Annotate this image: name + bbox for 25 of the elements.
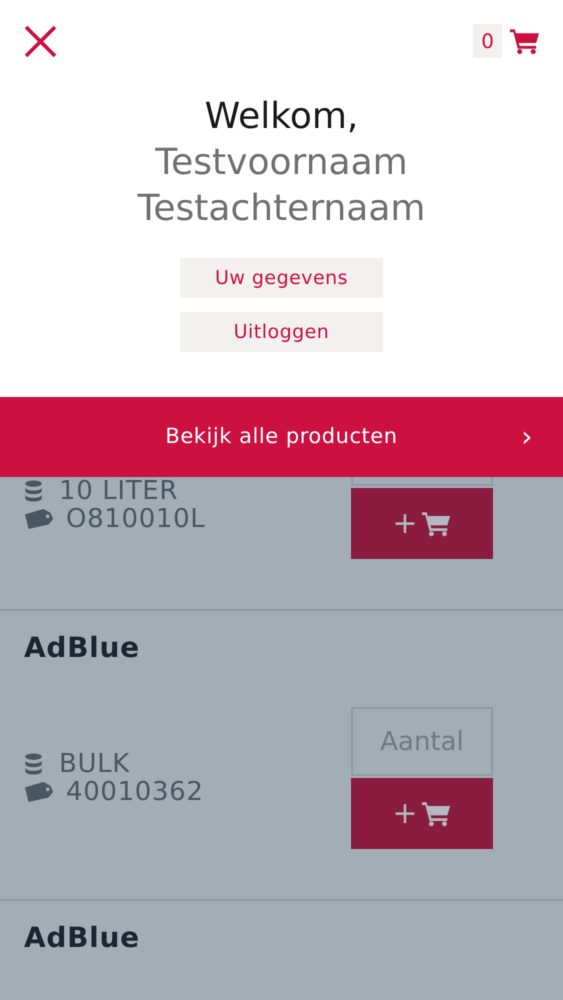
product-code: O810010L: [66, 505, 206, 533]
account-button[interactable]: Uw gegevens: [180, 258, 383, 298]
unit-label: 10 LITER: [59, 477, 178, 505]
close-icon[interactable]: [24, 24, 57, 58]
last-name: Testachternaam: [138, 187, 426, 231]
product-name: AdBlue: [24, 921, 141, 955]
chevron-icon: ›: [521, 423, 533, 451]
cart-icon: [510, 27, 541, 55]
product-code: 40010362: [66, 778, 204, 806]
database-icon: [24, 480, 43, 502]
database-icon: [24, 753, 43, 775]
tag-icon: [24, 782, 55, 802]
add-to-cart-button[interactable]: +: [351, 778, 493, 849]
cart-icon: [422, 510, 452, 537]
cart-count: 0: [473, 24, 502, 58]
quantity-field[interactable]: [351, 477, 493, 486]
product-name: AdBlue: [24, 631, 141, 665]
first-name: Testvoornaam: [155, 141, 408, 185]
tag-icon: [24, 509, 55, 529]
unit-label: BULK: [59, 750, 130, 778]
all-products-banner[interactable]: Bekijk alle producten ›: [0, 397, 563, 477]
add-to-cart-button[interactable]: +: [351, 488, 493, 559]
welcome-greeting: Welkom,: [204, 95, 358, 139]
account-button[interactable]: Uitloggen: [180, 312, 383, 352]
cart-icon: [422, 800, 452, 827]
